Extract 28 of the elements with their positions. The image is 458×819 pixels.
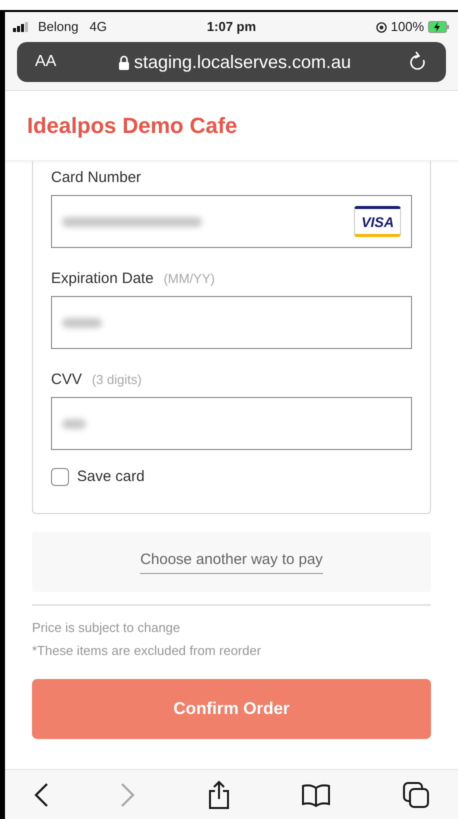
network-type: 4G (89, 18, 107, 36)
rotation-lock-icon (376, 22, 387, 32)
battery-percent: 100% (390, 18, 424, 36)
format-hint: (MM/YY) (164, 270, 215, 288)
choose-payment-link[interactable]: Choose another way to pay (140, 549, 323, 574)
url-text: staging.localserves.com.au (134, 50, 352, 74)
input-field[interactable] (51, 296, 412, 349)
note-text: *These items are excluded from reorder (32, 642, 262, 660)
save-card-checkbox[interactable] (51, 468, 69, 486)
input-field[interactable]: VISA (51, 195, 412, 248)
cafe-title: Idealpos Demo Cafe (27, 112, 238, 140)
clock-time: 1:07 pm (206, 18, 258, 36)
field-label: Card Number (51, 168, 142, 188)
text-size-button[interactable]: AA (35, 50, 85, 74)
field-label: Expiration Date (51, 269, 154, 289)
tabs-icon[interactable] (402, 780, 430, 808)
note-text: Price is subject to change (32, 618, 182, 637)
address-bar[interactable]: AA staging.localserves.com.au (17, 42, 446, 82)
save-card-label: Save card (77, 467, 145, 487)
input-field[interactable] (51, 397, 412, 450)
visa-logo: VISA (354, 206, 401, 237)
share-icon[interactable] (206, 780, 230, 810)
format-hint: (3 digits) (92, 371, 142, 389)
field-label: CVV (51, 370, 82, 390)
reload-icon[interactable] (408, 51, 428, 73)
carrier-name: Belong (38, 18, 78, 36)
book-icon[interactable] (301, 782, 332, 806)
back-icon[interactable] (33, 782, 49, 808)
